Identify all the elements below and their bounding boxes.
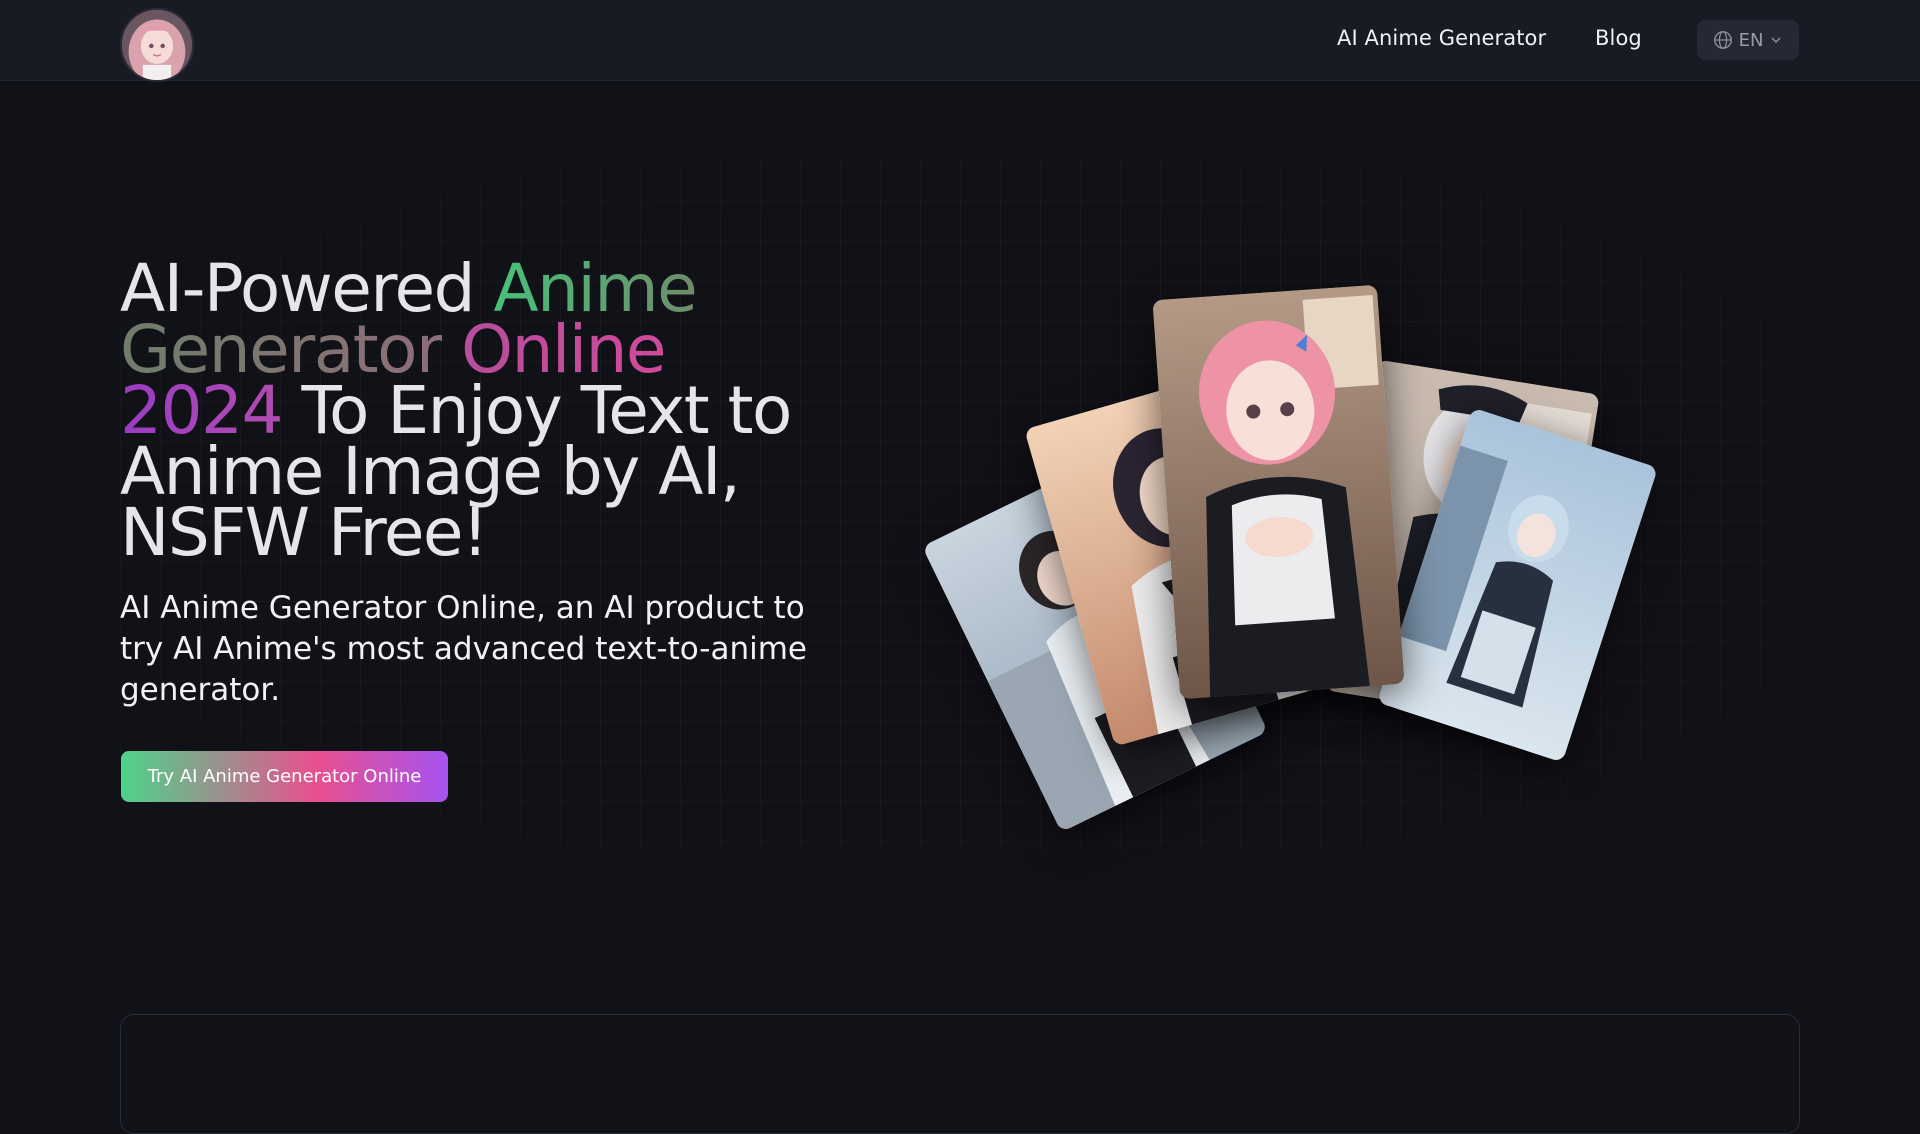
hero-description: AI Anime Generator Online, an AI product… <box>120 590 807 708</box>
chevron-down-icon <box>1771 37 1781 44</box>
nav-ai-anime-generator[interactable]: AI Anime Generator <box>1337 26 1546 50</box>
language-value: EN <box>1738 29 1764 51</box>
anime-gallery-fan <box>921 270 1660 833</box>
globe-icon <box>1713 31 1732 49</box>
try-generator-button[interactable]: Try AI Anime Generator Online <box>121 751 448 802</box>
language-selector[interactable]: EN <box>1697 20 1799 60</box>
site-logo[interactable] <box>120 8 194 82</box>
nav-blog[interactable]: Blog <box>1595 26 1642 50</box>
anime-card-pink-hair-maid <box>1152 284 1405 700</box>
top-navigation-bar: AI Anime Generator Blog EN <box>0 0 1920 82</box>
anime-avatar-logo-icon <box>122 10 192 80</box>
pink-hair-maid-image <box>1152 284 1405 700</box>
hero-headline: AI-Powered Anime Generator Online 2024 To … <box>120 256 820 566</box>
content-panel <box>120 1014 1800 1134</box>
